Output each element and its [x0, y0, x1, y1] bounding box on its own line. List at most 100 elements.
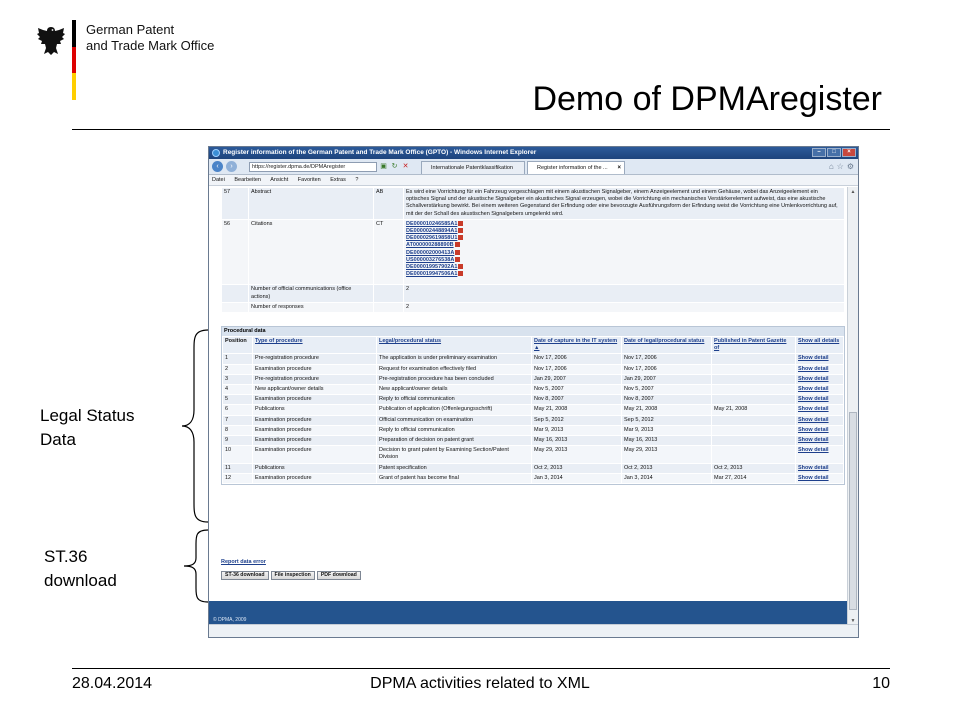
citation-link[interactable]: US000003276538A: [406, 257, 842, 264]
citation-link[interactable]: DE000029619858U1: [406, 235, 842, 242]
maximize-icon[interactable]: □: [827, 148, 841, 157]
tab-ipc-label: Internationale Patentklassifikation: [431, 165, 513, 171]
tab-register[interactable]: Register information of the ... ×: [527, 161, 625, 174]
cell-position: 6: [222, 404, 253, 416]
menu-item-bearbeiten[interactable]: Bearbeiten: [234, 177, 261, 183]
col-date-status[interactable]: Date of legal/procedural status: [621, 336, 712, 355]
pdf-icon[interactable]: [458, 228, 464, 234]
organisation-name: German Patent and Trade Mark Office: [86, 22, 214, 54]
cell-type-of-procedure: Examination procedure: [252, 445, 377, 464]
cell-legal-status: New applicant/owner details: [376, 384, 532, 396]
vertical-scrollbar[interactable]: ▲ ▼: [847, 187, 858, 626]
citation-link[interactable]: DE000019957902A1: [406, 264, 842, 271]
cell-show-detail[interactable]: Show detail: [795, 445, 844, 464]
tab-ipc[interactable]: Internationale Patentklassifikation: [421, 161, 525, 174]
col-published-gazette[interactable]: Published in Patent Gazette of: [711, 336, 796, 355]
field-code: [373, 284, 404, 303]
stop-icon[interactable]: ✕: [401, 162, 410, 171]
address-input[interactable]: https://register.dpma.de/DPMAregister: [249, 162, 377, 172]
cell-position: 10: [222, 445, 253, 464]
cell-show-detail[interactable]: Show detail: [795, 394, 844, 406]
citation-link[interactable]: DE000002000413A: [406, 250, 842, 257]
file-inspection-button[interactable]: File inspection: [270, 571, 315, 580]
citation-link[interactable]: DE000010246585A1: [406, 221, 842, 228]
browser-status-bar: [209, 624, 858, 637]
cell-show-detail[interactable]: Show detail: [795, 462, 844, 474]
pdf-icon[interactable]: [454, 242, 460, 248]
pdf-icon[interactable]: [455, 249, 461, 255]
table-row: Number of official communications (offic…: [221, 284, 845, 303]
menu-item-help[interactable]: ?: [355, 177, 358, 183]
close-icon[interactable]: ×: [842, 148, 856, 157]
gear-icon[interactable]: ⚙: [847, 162, 854, 171]
pdf-icon[interactable]: [458, 271, 464, 277]
col-legal-status[interactable]: Legal/procedural status: [376, 336, 532, 355]
cell-show-detail[interactable]: Show detail: [795, 404, 844, 416]
cell-type-of-procedure: Pre-registration procedure: [252, 353, 377, 365]
cell-published-gazette: [711, 384, 796, 396]
scroll-up-icon[interactable]: ▲: [849, 188, 857, 196]
menu-item-datei[interactable]: Datei: [212, 177, 225, 183]
cell-date-capture: May 21, 2008: [531, 404, 622, 416]
citation-link[interactable]: AT000000288890B: [406, 242, 842, 249]
register-content: 57 Abstract AB Es wird eine Vorrichtung …: [221, 187, 845, 486]
cell-position: 2: [222, 363, 253, 375]
cell-date-status: Sep 5, 2012: [621, 414, 712, 426]
col-position: Position: [222, 336, 253, 355]
cell-published-gazette: [711, 394, 796, 406]
minimize-icon[interactable]: –: [812, 148, 826, 157]
citation-number: DE000019947506A1: [406, 271, 458, 278]
cell-show-detail[interactable]: Show detail: [795, 373, 844, 386]
cell-legal-status: Reply to official communication: [376, 394, 532, 406]
field-name: Abstract: [248, 187, 374, 220]
footer-caption: DPMA activities related to XML: [370, 675, 590, 692]
citation-number: DE000002448894A1: [406, 228, 458, 235]
st36-download-button[interactable]: ST-36 download: [221, 571, 269, 580]
menu-item-ansicht[interactable]: Ansicht: [270, 177, 288, 183]
cell-position: 4: [222, 384, 253, 396]
pdf-download-button[interactable]: PDF download: [316, 571, 361, 580]
pdf-icon[interactable]: [458, 264, 464, 270]
pdf-icon[interactable]: [455, 256, 461, 262]
field-value: 2: [403, 284, 845, 303]
pdf-icon[interactable]: [458, 235, 464, 241]
cell-show-detail[interactable]: Show detail: [795, 414, 844, 426]
menu-item-favoriten[interactable]: Favoriten: [298, 177, 321, 183]
citation-link[interactable]: DE000002448894A1: [406, 228, 842, 235]
forward-icon[interactable]: ›: [226, 161, 237, 172]
cell-position: 9: [222, 435, 253, 447]
cell-legal-status: Grant of patent has become final: [376, 472, 532, 485]
field-name: Citations: [248, 218, 374, 286]
inid-code: 56: [221, 218, 249, 286]
cell-show-detail[interactable]: Show detail: [795, 353, 844, 365]
cell-type-of-procedure: Examination procedure: [252, 414, 377, 426]
pdf-icon[interactable]: [458, 220, 464, 226]
favorites-star-icon[interactable]: ☆: [837, 162, 844, 171]
abstract-text: Es wird eine Vorrichtung für ein Fahrzeu…: [403, 187, 845, 220]
citation-link[interactable]: DE000019947506A1: [406, 271, 842, 278]
col-date-capture[interactable]: Date of capture in the IT system ▲: [531, 336, 622, 355]
cell-show-detail[interactable]: Show detail: [795, 472, 844, 485]
cell-show-detail[interactable]: Show detail: [795, 435, 844, 447]
cell-legal-status: Patent specification: [376, 462, 532, 474]
cell-legal-status: Request for examination effectively file…: [376, 363, 532, 375]
home-icon[interactable]: ⌂: [829, 162, 834, 171]
refresh-icon[interactable]: ↻: [390, 162, 399, 171]
back-icon[interactable]: ‹: [212, 161, 223, 172]
field-code: AB: [373, 187, 404, 220]
col-type-of-procedure[interactable]: Type of procedure: [252, 336, 377, 355]
cell-date-status: Jan 29, 2007: [621, 373, 712, 386]
cell-show-detail[interactable]: Show detail: [795, 384, 844, 396]
col-show-all-details[interactable]: Show all details: [795, 336, 844, 355]
scrollbar-thumb[interactable]: [849, 412, 857, 610]
tab-close-icon[interactable]: ×: [617, 162, 621, 174]
report-data-error-link[interactable]: Report data error: [221, 559, 266, 565]
cell-show-detail[interactable]: Show detail: [795, 424, 844, 437]
menu-item-extras[interactable]: Extras: [330, 177, 346, 183]
cell-show-detail[interactable]: Show detail: [795, 363, 844, 375]
table-row: 10 Examination procedure Decision to grant…: [222, 445, 844, 464]
lock-icon[interactable]: ▣: [379, 162, 388, 171]
inid-code: [221, 301, 249, 314]
table-row: 2 Examination procedure Request for examin…: [222, 363, 844, 375]
field-code: [373, 301, 404, 314]
